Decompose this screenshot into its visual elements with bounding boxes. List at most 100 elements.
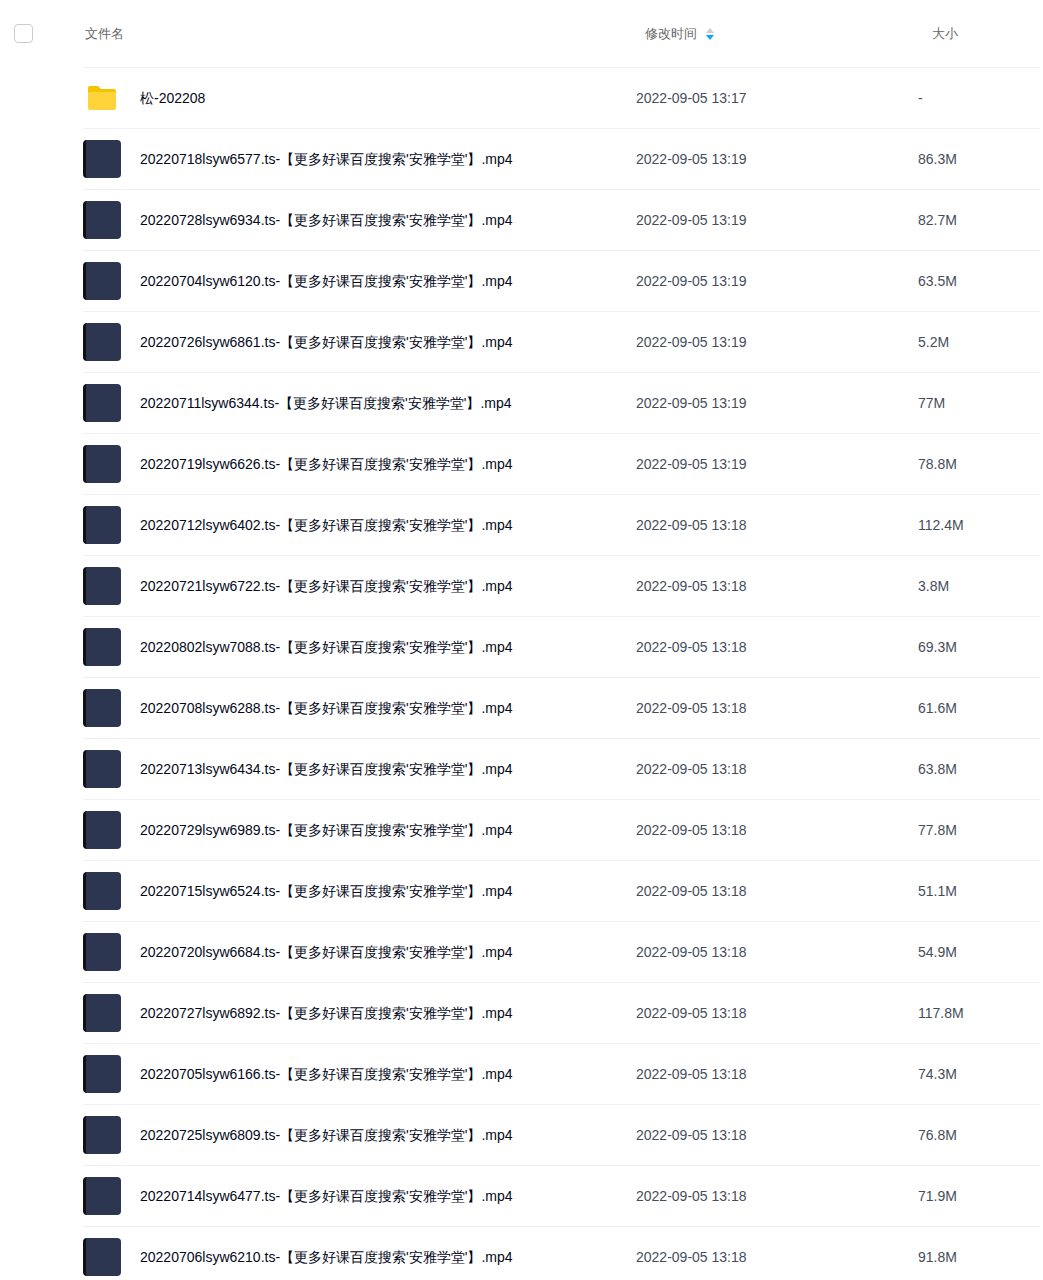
file-size: 61.6M (918, 698, 1040, 718)
file-name[interactable]: 20220713lsyw6434.ts-【更多好课百度搜索'安雅学堂'】.mp4 (140, 759, 636, 779)
file-row[interactable]: 20220704lsyw6120.ts-【更多好课百度搜索'安雅学堂'】.mp4… (83, 251, 1040, 312)
file-name[interactable]: 20220712lsyw6402.ts-【更多好课百度搜索'安雅学堂'】.mp4 (140, 515, 636, 535)
file-row[interactable]: 20220711lsyw6344.ts-【更多好课百度搜索'安雅学堂'】.mp4… (83, 373, 1040, 434)
column-header[interactable]: 文件名 (83, 24, 636, 44)
file-row[interactable]: 20220728lsyw6934.ts-【更多好课百度搜索'安雅学堂'】.mp4… (83, 190, 1040, 251)
file-time: 2022-09-05 13:18 (636, 1125, 918, 1145)
file-time: 2022-09-05 13:18 (636, 698, 918, 718)
video-thumbnail (83, 811, 121, 849)
select-all-cell (0, 24, 83, 43)
file-time: 2022-09-05 13:18 (636, 576, 918, 596)
video-thumbnail (83, 506, 121, 544)
thumbnail-cell (83, 872, 140, 910)
video-thumbnail (83, 994, 121, 1032)
file-name[interactable]: 20220711lsyw6344.ts-【更多好课百度搜索'安雅学堂'】.mp4 (140, 393, 636, 413)
file-row[interactable]: 20220719lsyw6626.ts-【更多好课百度搜索'安雅学堂'】.mp4… (83, 434, 1040, 495)
file-name[interactable]: 20220720lsyw6684.ts-【更多好课百度搜索'安雅学堂'】.mp4 (140, 942, 636, 962)
file-time: 2022-09-05 13:18 (636, 942, 918, 962)
thumbnail-cell (83, 994, 140, 1032)
thumbnail-cell (83, 323, 140, 361)
file-time: 2022-09-05 13:18 (636, 1064, 918, 1084)
file-time: 2022-09-05 13:19 (636, 149, 918, 169)
file-name[interactable]: 20220719lsyw6626.ts-【更多好课百度搜索'安雅学堂'】.mp4 (140, 454, 636, 474)
file-name[interactable]: 20220705lsyw6166.ts-【更多好课百度搜索'安雅学堂'】.mp4 (140, 1064, 636, 1084)
file-name[interactable]: 20220714lsyw6477.ts-【更多好课百度搜索'安雅学堂'】.mp4 (140, 1186, 636, 1206)
video-thumbnail (83, 1116, 121, 1154)
file-row[interactable]: 20220802lsyw7088.ts-【更多好课百度搜索'安雅学堂'】.mp4… (83, 617, 1040, 678)
column-header[interactable]: 大小 (918, 24, 1043, 44)
thumbnail-cell (83, 1055, 140, 1093)
file-row[interactable]: 20220727lsyw6892.ts-【更多好课百度搜索'安雅学堂'】.mp4… (83, 983, 1040, 1044)
file-time: 2022-09-05 13:19 (636, 210, 918, 230)
file-name[interactable]: 20220727lsyw6892.ts-【更多好课百度搜索'安雅学堂'】.mp4 (140, 1003, 636, 1023)
file-name[interactable]: 20220726lsyw6861.ts-【更多好课百度搜索'安雅学堂'】.mp4 (140, 332, 636, 352)
file-size: 77M (918, 393, 1040, 413)
file-name[interactable]: 20220802lsyw7088.ts-【更多好课百度搜索'安雅学堂'】.mp4 (140, 637, 636, 657)
video-thumbnail (83, 933, 121, 971)
file-row[interactable]: 20220715lsyw6524.ts-【更多好课百度搜索'安雅学堂'】.mp4… (83, 861, 1040, 922)
file-size: 76.8M (918, 1125, 1040, 1145)
file-list: 松-2022082022-09-05 13:17-20220718lsyw657… (83, 67, 1040, 1280)
file-name[interactable]: 松-202208 (140, 88, 636, 108)
file-size: 78.8M (918, 454, 1040, 474)
file-row[interactable]: 20220718lsyw6577.ts-【更多好课百度搜索'安雅学堂'】.mp4… (83, 129, 1040, 190)
video-thumbnail (83, 689, 121, 727)
file-size: 74.3M (918, 1064, 1040, 1084)
file-row[interactable]: 20220714lsyw6477.ts-【更多好课百度搜索'安雅学堂'】.mp4… (83, 1166, 1040, 1227)
file-row[interactable]: 20220729lsyw6989.ts-【更多好课百度搜索'安雅学堂'】.mp4… (83, 800, 1040, 861)
select-all-checkbox[interactable] (14, 24, 33, 43)
video-thumbnail (83, 1238, 121, 1276)
file-size: 77.8M (918, 820, 1040, 840)
file-time: 2022-09-05 13:18 (636, 759, 918, 779)
file-size: 71.9M (918, 1186, 1040, 1206)
file-row[interactable]: 20220706lsyw6210.ts-【更多好课百度搜索'安雅学堂'】.mp4… (83, 1227, 1040, 1280)
thumbnail-cell (83, 79, 140, 117)
video-thumbnail (83, 567, 121, 605)
file-name[interactable]: 20220706lsyw6210.ts-【更多好课百度搜索'安雅学堂'】.mp4 (140, 1247, 636, 1267)
file-time: 2022-09-05 13:18 (636, 1186, 918, 1206)
file-name[interactable]: 20220725lsyw6809.ts-【更多好课百度搜索'安雅学堂'】.mp4 (140, 1125, 636, 1145)
video-thumbnail (83, 201, 121, 239)
file-row[interactable]: 20220708lsyw6288.ts-【更多好课百度搜索'安雅学堂'】.mp4… (83, 678, 1040, 739)
table-header: 文件名修改时间 大小 (0, 0, 1043, 67)
file-row[interactable]: 20220721lsyw6722.ts-【更多好课百度搜索'安雅学堂'】.mp4… (83, 556, 1040, 617)
thumbnail-cell (83, 506, 140, 544)
file-time: 2022-09-05 13:18 (636, 637, 918, 657)
file-row[interactable]: 松-2022082022-09-05 13:17- (83, 68, 1040, 129)
folder-icon (83, 79, 121, 117)
file-size: 63.8M (918, 759, 1040, 779)
thumbnail-cell (83, 689, 140, 727)
file-name[interactable]: 20220728lsyw6934.ts-【更多好课百度搜索'安雅学堂'】.mp4 (140, 210, 636, 230)
file-row[interactable]: 20220725lsyw6809.ts-【更多好课百度搜索'安雅学堂'】.mp4… (83, 1105, 1040, 1166)
column-header[interactable]: 修改时间 (636, 24, 918, 44)
file-time: 2022-09-05 13:18 (636, 881, 918, 901)
video-thumbnail (83, 323, 121, 361)
file-size: 82.7M (918, 210, 1040, 230)
file-time: 2022-09-05 13:19 (636, 454, 918, 474)
video-thumbnail (83, 384, 121, 422)
file-row[interactable]: 20220713lsyw6434.ts-【更多好课百度搜索'安雅学堂'】.mp4… (83, 739, 1040, 800)
file-name[interactable]: 20220715lsyw6524.ts-【更多好课百度搜索'安雅学堂'】.mp4 (140, 881, 636, 901)
file-name[interactable]: 20220721lsyw6722.ts-【更多好课百度搜索'安雅学堂'】.mp4 (140, 576, 636, 596)
column-label: 大小 (932, 24, 958, 44)
thumbnail-cell (83, 1116, 140, 1154)
video-thumbnail (83, 262, 121, 300)
file-size: 3.8M (918, 576, 1040, 596)
file-size: 51.1M (918, 881, 1040, 901)
thumbnail-cell (83, 1238, 140, 1276)
column-label: 修改时间 (645, 24, 697, 44)
thumbnail-cell (83, 384, 140, 422)
file-name[interactable]: 20220729lsyw6989.ts-【更多好课百度搜索'安雅学堂'】.mp4 (140, 820, 636, 840)
file-size: - (918, 88, 1040, 108)
file-row[interactable]: 20220720lsyw6684.ts-【更多好课百度搜索'安雅学堂'】.mp4… (83, 922, 1040, 983)
file-name[interactable]: 20220718lsyw6577.ts-【更多好课百度搜索'安雅学堂'】.mp4 (140, 149, 636, 169)
file-row[interactable]: 20220712lsyw6402.ts-【更多好课百度搜索'安雅学堂'】.mp4… (83, 495, 1040, 556)
thumbnail-cell (83, 201, 140, 239)
video-thumbnail (83, 1177, 121, 1215)
file-row[interactable]: 20220726lsyw6861.ts-【更多好课百度搜索'安雅学堂'】.mp4… (83, 312, 1040, 373)
file-name[interactable]: 20220704lsyw6120.ts-【更多好课百度搜索'安雅学堂'】.mp4 (140, 271, 636, 291)
file-size: 117.8M (918, 1003, 1040, 1023)
file-row[interactable]: 20220705lsyw6166.ts-【更多好课百度搜索'安雅学堂'】.mp4… (83, 1044, 1040, 1105)
video-thumbnail (83, 140, 121, 178)
file-name[interactable]: 20220708lsyw6288.ts-【更多好课百度搜索'安雅学堂'】.mp4 (140, 698, 636, 718)
